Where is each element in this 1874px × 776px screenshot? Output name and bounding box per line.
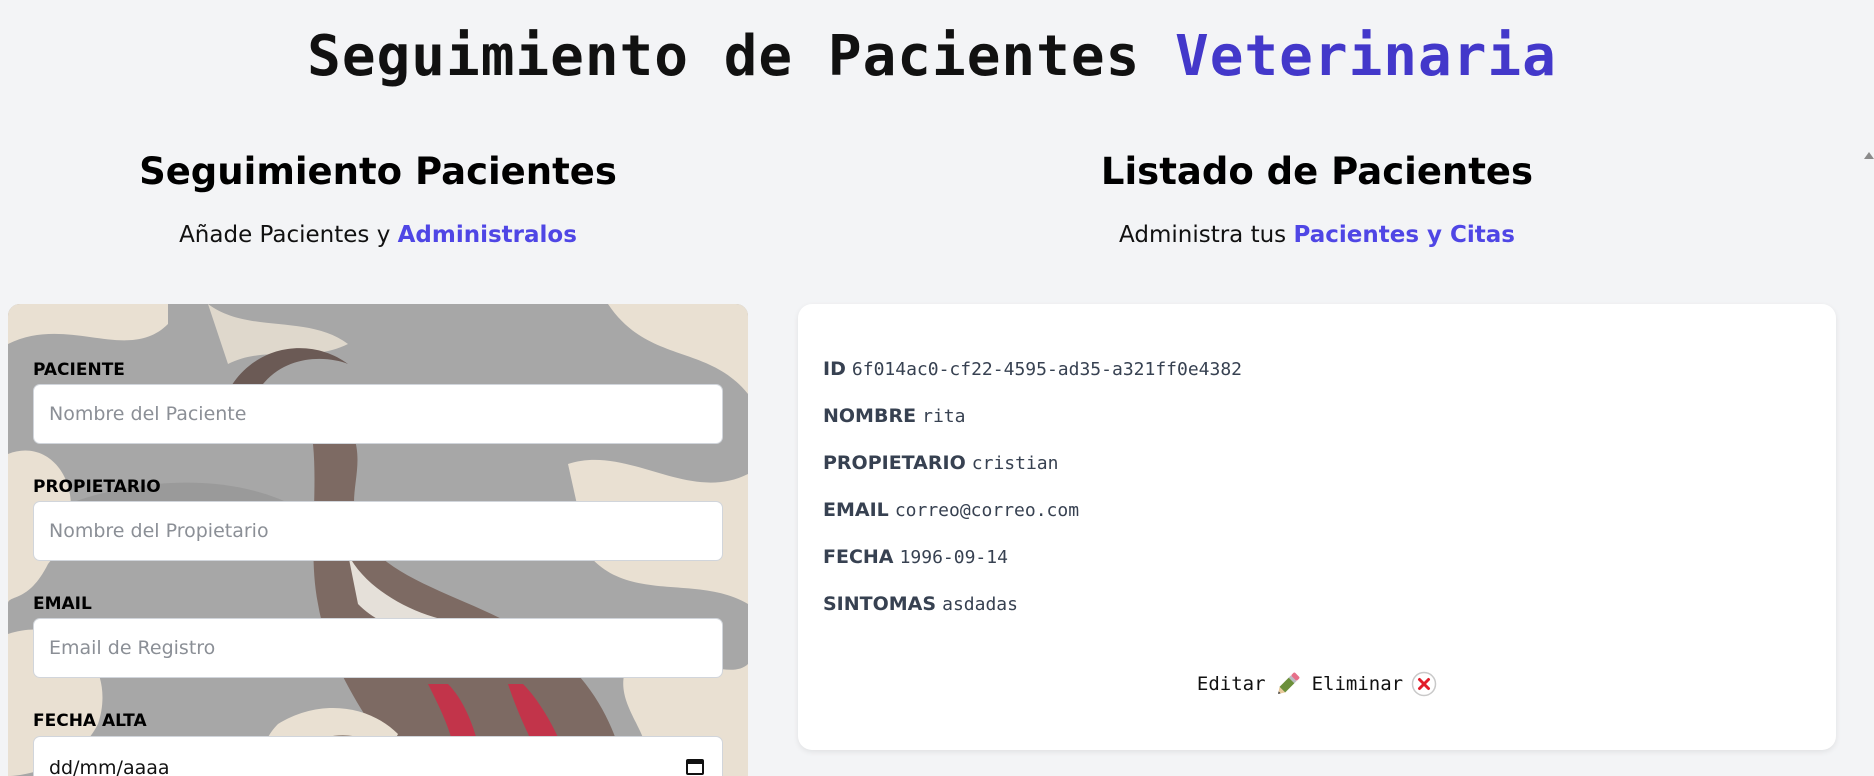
patient-email-row: EMAIL correo@correo.com (823, 499, 1079, 521)
form-heading: Seguimiento Pacientes (139, 150, 617, 193)
patient-form: PACIENTE PROPIETARIO EMAIL FECHA ALTA dd… (8, 304, 748, 776)
patient-email-value: correo@correo.com (894, 500, 1080, 521)
form-subtitle-text: Añade Pacientes y (179, 222, 391, 248)
patient-fecha-value: 1996-09-14 (899, 547, 1008, 568)
delete-button-label: Eliminar (1311, 673, 1404, 695)
fecha-alta-label: FECHA ALTA (33, 711, 147, 731)
page-title-accent: Veterinaria (1175, 24, 1557, 89)
patient-sintomas-label: SINTOMAS (823, 593, 937, 615)
list-subtitle-accent: Pacientes y Citas (1293, 222, 1515, 248)
patient-id-row: ID 6f014ac0-cf22-4595-ad35-a321ff0e4382 (823, 358, 1242, 380)
patient-actions: Editar Eliminar (798, 670, 1836, 698)
edit-button-label: Editar (1196, 673, 1266, 695)
delete-button[interactable]: Eliminar (1312, 671, 1438, 697)
email-input[interactable] (33, 618, 723, 678)
list-subtitle-text: Administra tus (1119, 222, 1287, 248)
patient-propietario-row: PROPIETARIO cristian (823, 452, 1058, 474)
patient-nombre-label: NOMBRE (823, 405, 917, 427)
calendar-icon[interactable] (686, 759, 704, 775)
patient-fecha-label: FECHA (823, 546, 894, 568)
fecha-alta-input[interactable]: dd/mm/aaaa (33, 736, 723, 776)
form-subtitle-accent: Administralos (397, 222, 577, 248)
patient-sintomas-value: asdadas (942, 594, 1018, 615)
page-title-main: Seguimiento de Pacientes (307, 24, 1141, 89)
propietario-input[interactable] (33, 501, 723, 561)
patient-id-label: ID (823, 358, 846, 380)
close-circle-icon (1411, 671, 1437, 697)
list-subtitle: Administra tus Pacientes y Citas (798, 222, 1836, 248)
scrollbar-up-arrow[interactable] (1864, 152, 1874, 159)
patient-propietario-label: PROPIETARIO (823, 452, 966, 474)
patient-nombre-row: NOMBRE rita (823, 405, 965, 427)
paciente-label: PACIENTE (33, 360, 125, 380)
list-heading: Listado de Pacientes (1100, 150, 1534, 193)
paciente-input[interactable] (33, 384, 723, 444)
edit-button[interactable]: Editar (1197, 670, 1302, 698)
fecha-alta-value: dd/mm/aaaa (49, 757, 170, 776)
patient-fecha-row: FECHA 1996-09-14 (823, 546, 1008, 568)
propietario-label: PROPIETARIO (33, 477, 161, 497)
pencil-icon (1277, 672, 1299, 694)
patient-propietario-value: cristian (971, 453, 1059, 474)
patient-nombre-value: rita (922, 406, 966, 427)
patient-email-label: EMAIL (823, 499, 889, 521)
patient-sintomas-row: SINTOMAS asdadas (823, 593, 1018, 615)
email-label: EMAIL (33, 594, 92, 614)
form-subtitle: Añade Pacientes y Administralos (8, 222, 748, 248)
page-title: Seguimiento de Pacientes Veterinaria (0, 24, 1864, 89)
patient-card: ID 6f014ac0-cf22-4595-ad35-a321ff0e4382 … (798, 304, 1836, 750)
patient-id-value: 6f014ac0-cf22-4595-ad35-a321ff0e4382 (851, 359, 1243, 380)
